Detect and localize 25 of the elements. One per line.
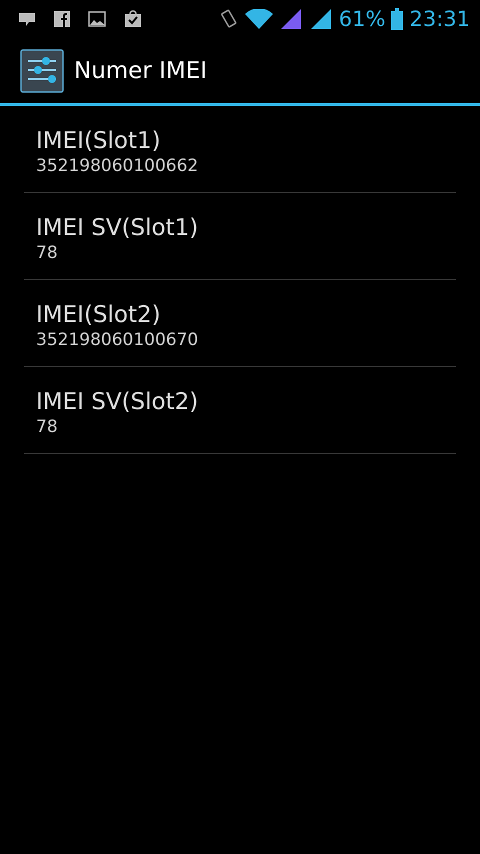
- screen-title: Numer IMEI: [74, 58, 208, 84]
- facebook-icon: [54, 11, 70, 27]
- item-title: IMEI(Slot1): [36, 128, 162, 154]
- shopping-bag-icon: [124, 10, 142, 28]
- item-title: IMEI(Slot2): [36, 302, 162, 328]
- list-item[interactable]: IMEI(Slot1) 352198060100662: [24, 106, 456, 193]
- clock: 23:31: [409, 7, 470, 31]
- list-item[interactable]: IMEI SV(Slot2) 78: [24, 367, 456, 454]
- list-item[interactable]: IMEI SV(Slot1) 78: [24, 193, 456, 280]
- item-summary: 78: [36, 417, 59, 437]
- battery-icon: [391, 8, 404, 30]
- settings-icon: [20, 48, 64, 92]
- chat-icon: [18, 11, 36, 27]
- signal-icon: [308, 9, 333, 29]
- battery-percent: 61%: [338, 7, 386, 31]
- signal-icon: [278, 9, 303, 29]
- item-summary: 352198060100662: [36, 156, 200, 176]
- item-summary: 78: [36, 243, 59, 263]
- item-title: IMEI SV(Slot1): [36, 215, 200, 241]
- list-item[interactable]: IMEI(Slot2) 352198060100670: [24, 280, 456, 367]
- item-title: IMEI SV(Slot2): [36, 389, 200, 415]
- vibrate-icon: [218, 8, 239, 30]
- image-icon: [88, 11, 106, 27]
- wifi-icon: [244, 9, 273, 29]
- item-summary: 352198060100670: [36, 330, 200, 350]
